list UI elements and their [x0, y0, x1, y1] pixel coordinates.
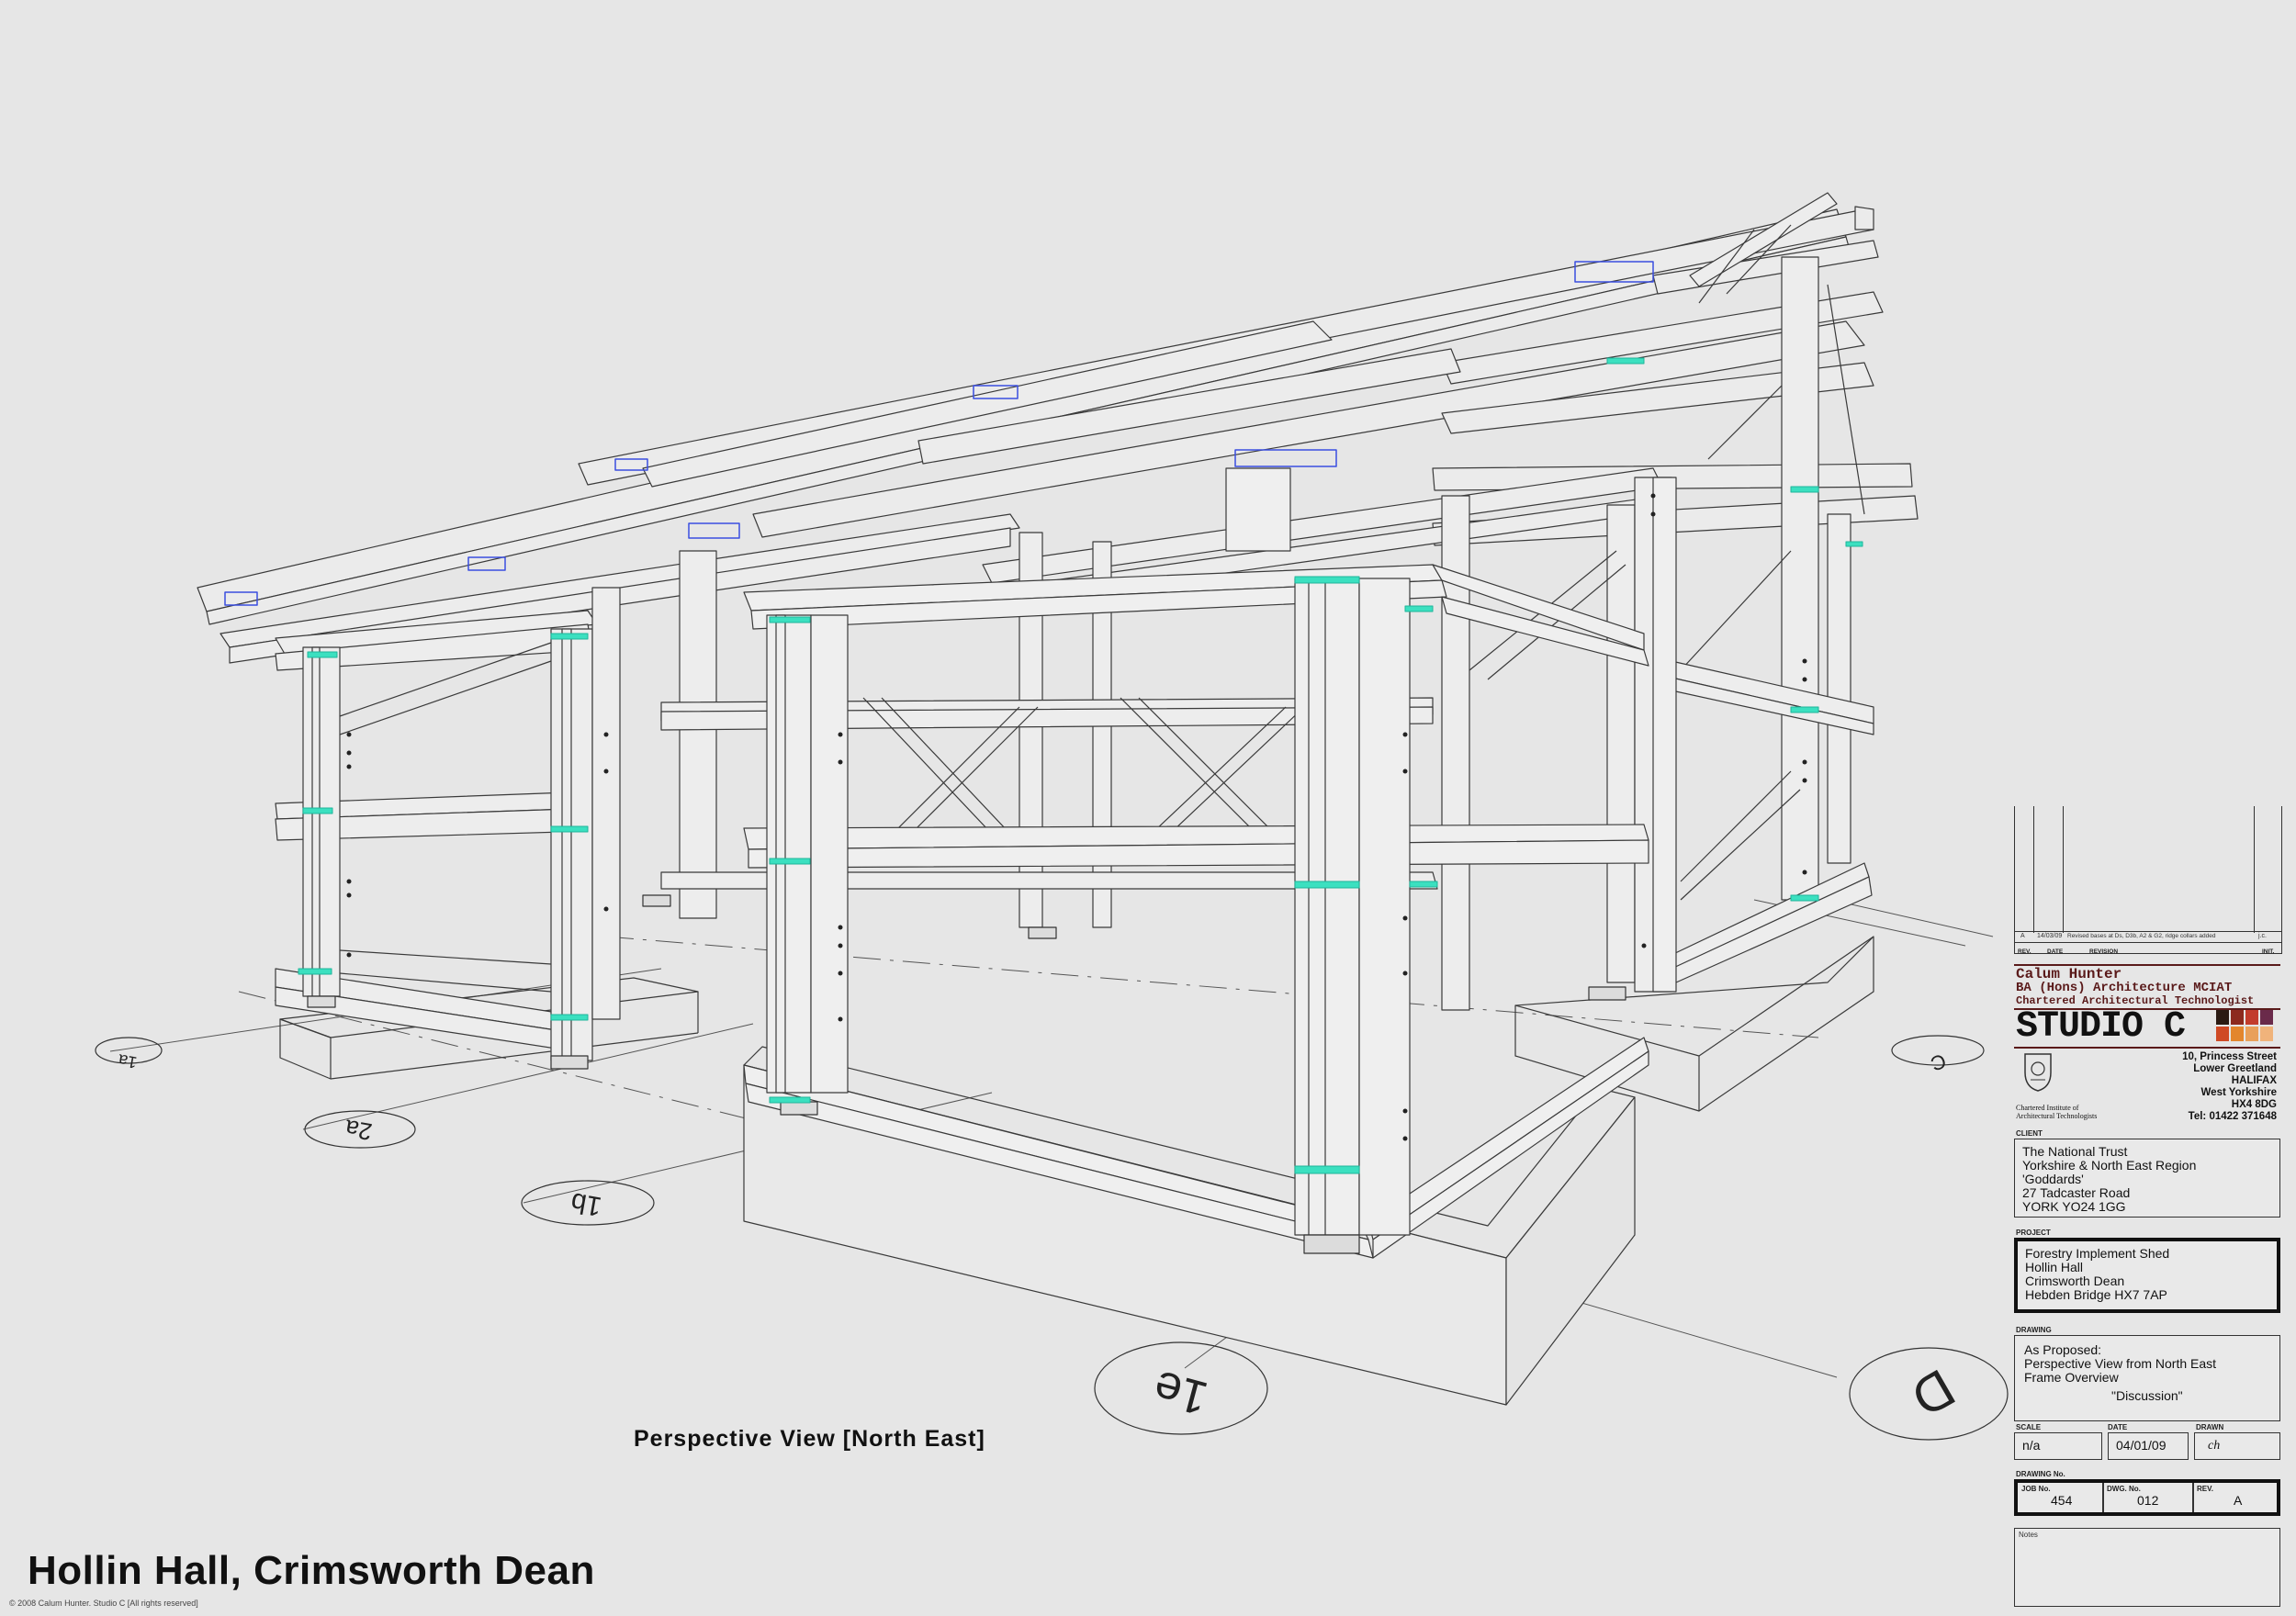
- grid-label-d: D: [1901, 1357, 1964, 1428]
- date-box: 04/01/09: [2108, 1432, 2189, 1460]
- project-line-4: Hebden Bridge HX7 7AP: [2025, 1287, 2167, 1302]
- firm-name-line-2: BA (Hons) Architecture MCIAT: [2016, 981, 2233, 995]
- notes-box: Notes: [2014, 1528, 2280, 1607]
- swatch-5: [2216, 1027, 2229, 1041]
- drawing-number-label: DRAWING No.: [2016, 1470, 2065, 1478]
- drawing-line-3: Frame Overview: [2024, 1370, 2119, 1385]
- scale-label: SCALE: [2016, 1423, 2042, 1431]
- rev-header-init: INIT.: [2262, 948, 2275, 955]
- title-block: A 14/03/09 Revised bases at Ds, D3b, A2 …: [2014, 806, 2282, 1612]
- rev-header-date: DATE: [2047, 948, 2064, 955]
- view-title: Perspective View [North East]: [634, 1426, 985, 1452]
- swatch-6: [2231, 1027, 2244, 1041]
- revision-date: 14/03/09: [2037, 933, 2063, 939]
- project-box: Forestry Implement Shed Hollin Hall Crim…: [2014, 1238, 2280, 1313]
- swatch-3: [2245, 1010, 2258, 1025]
- project-label: PROJECT: [2016, 1229, 2051, 1237]
- project-line-3: Crimsworth Dean: [2025, 1274, 2125, 1288]
- client-line-1: The National Trust: [2022, 1144, 2128, 1159]
- drawn-value: ch: [2208, 1439, 2221, 1453]
- address-line-1: 10, Princess Street: [2182, 1051, 2277, 1062]
- drawing-box: As Proposed: Perspective View from North…: [2014, 1335, 2280, 1421]
- timber-frame-perspective: 1a 2a 1b 1e C D: [95, 192, 2009, 1441]
- address-line-3: HALIFAX: [2231, 1075, 2277, 1086]
- brand-swatches: [2216, 1010, 2275, 1047]
- date-label: DATE: [2108, 1423, 2128, 1431]
- swatch-7: [2245, 1027, 2258, 1041]
- drawing-line-1: As Proposed:: [2024, 1342, 2102, 1357]
- address-line-4: West Yorkshire: [2200, 1087, 2277, 1098]
- drawing-line-2: Perspective View from North East: [2024, 1356, 2217, 1371]
- swatch-8: [2260, 1027, 2273, 1041]
- drawn-label: DRAWN: [2196, 1423, 2224, 1431]
- dwg-number-label: DWG. No.: [2107, 1485, 2141, 1493]
- copyright-note: © 2008 Calum Hunter. Studio C [All right…: [9, 1599, 198, 1608]
- revision-table: A 14/03/09 Revised bases at Ds, D3b, A2 …: [2014, 806, 2282, 954]
- client-line-2: Yorkshire & North East Region: [2022, 1158, 2197, 1173]
- swatch-4: [2260, 1010, 2273, 1025]
- sheet-title: Hollin Hall, Crimsworth Dean: [28, 1548, 595, 1593]
- ciat-crest-icon: [2021, 1050, 2054, 1093]
- client-box: The National Trust Yorkshire & North Eas…: [2014, 1139, 2280, 1218]
- notes-label: Notes: [2019, 1531, 2038, 1539]
- rev-header-revision: REVISION: [2089, 948, 2119, 955]
- client-line-3: 'Goddards': [2022, 1172, 2084, 1186]
- project-line-1: Forestry Implement Shed: [2025, 1246, 2170, 1261]
- swatch-2: [2231, 1010, 2244, 1025]
- client-line-4: 27 Tadcaster Road: [2022, 1185, 2131, 1200]
- drawing-label: DRAWING: [2016, 1326, 2052, 1334]
- grid-label-2a: 2a: [343, 1114, 374, 1146]
- drawing-status: "Discussion": [2111, 1388, 2183, 1403]
- swatch-1: [2216, 1010, 2229, 1025]
- client-label: CLIENT: [2016, 1129, 2043, 1138]
- scale-value: n/a: [2022, 1438, 2041, 1453]
- studio-logo: STUDIO C: [2016, 1006, 2186, 1048]
- grid-label-1b: 1b: [568, 1186, 604, 1221]
- revision-init: j.c.: [2258, 933, 2267, 939]
- date-value: 04/01/09: [2116, 1438, 2167, 1453]
- firm-address: 10, Princess Street Lower Greetland HALI…: [2182, 1051, 2277, 1123]
- rev-number-label: REV.: [2197, 1485, 2213, 1493]
- client-line-5: YORK YO24 1GG: [2022, 1199, 2126, 1214]
- grid-label-1e: 1e: [1148, 1360, 1213, 1425]
- institute-line-1: Chartered Institute of: [2016, 1104, 2079, 1112]
- address-line-2: Lower Greetland: [2193, 1063, 2277, 1074]
- address-line-5: HX4 8DG: [2231, 1099, 2277, 1110]
- revision-description: Revised bases at Ds, D3b, A2 & G2, ridge…: [2067, 933, 2216, 939]
- institute-line-2: Architectural Technologists: [2016, 1112, 2098, 1120]
- firm-telephone: Tel: 01422 371648: [2188, 1111, 2277, 1122]
- grid-label-1a: 1a: [116, 1050, 138, 1072]
- drawing-sheet: 1a 2a 1b 1e C D Perspective View [North …: [0, 0, 2296, 1616]
- scale-box: n/a: [2014, 1432, 2102, 1460]
- drawn-box: ch: [2194, 1432, 2280, 1460]
- job-number-label: JOB No.: [2021, 1485, 2051, 1493]
- firm-name-line-1: Calum Hunter: [2016, 966, 2122, 982]
- frame-west: [275, 587, 621, 1061]
- drawing-number-box: JOB No. DWG. No. REV. 454 012 A: [2014, 1479, 2280, 1516]
- revision-rev: A: [2020, 933, 2025, 939]
- rev-number-value: A: [2234, 1493, 2243, 1508]
- job-number-value: 454: [2051, 1493, 2073, 1508]
- dwg-number-value: 012: [2137, 1493, 2159, 1508]
- rev-header-rev: REV.: [2018, 948, 2032, 955]
- project-line-2: Hollin Hall: [2025, 1260, 2084, 1274]
- grid-label-c: C: [1928, 1049, 1950, 1076]
